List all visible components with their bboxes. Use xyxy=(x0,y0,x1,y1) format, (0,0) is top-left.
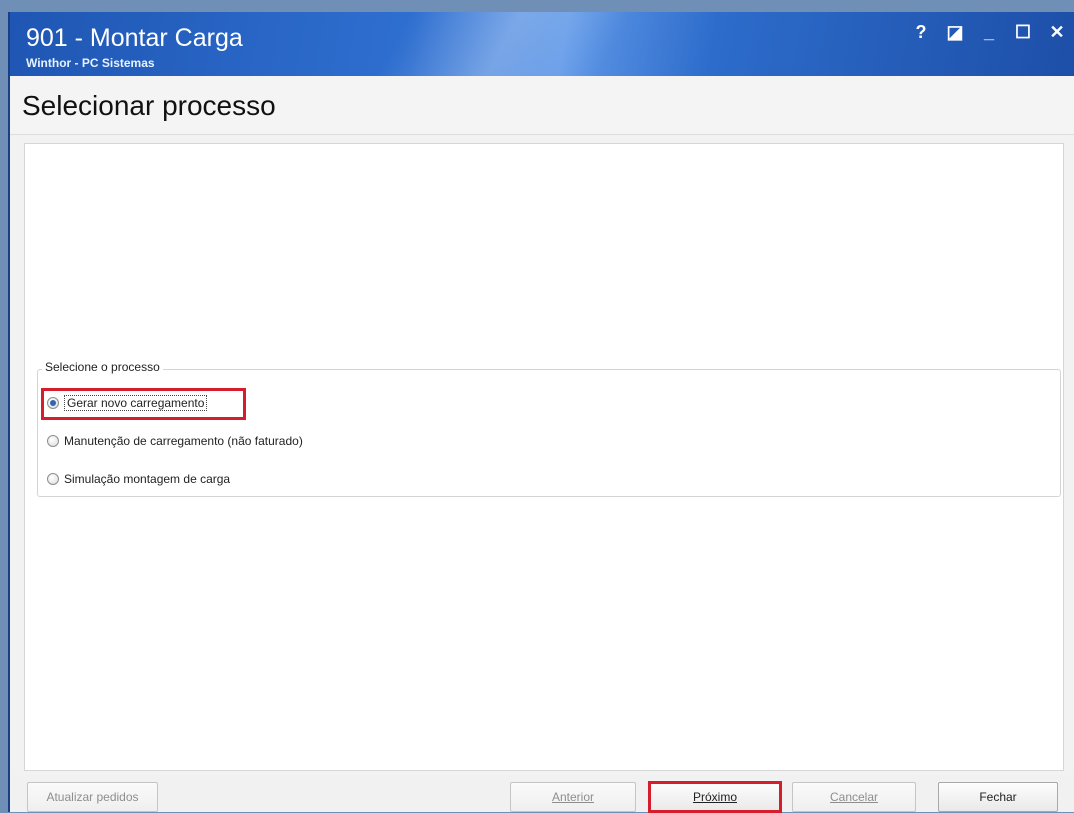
button-label: Cancelar xyxy=(829,790,879,804)
radio-label: Gerar novo carregamento xyxy=(64,395,208,411)
close-icon[interactable]: ✕ xyxy=(1048,22,1066,43)
radio-gerar-novo-carregamento[interactable]: Gerar novo carregamento xyxy=(47,394,208,412)
radio-unselected-icon[interactable] xyxy=(47,435,59,447)
radio-simulacao-montagem[interactable]: Simulação montagem de carga xyxy=(47,470,230,488)
button-label: Atualizar pedidos xyxy=(46,790,139,804)
radio-label: Simulação montagem de carga xyxy=(64,472,231,486)
window-title: 901 - Montar Carga xyxy=(26,24,243,52)
help-icon[interactable]: ? xyxy=(912,22,930,43)
maximize-icon[interactable]: ☐ xyxy=(1014,22,1032,43)
button-label: Anterior xyxy=(551,790,595,804)
fechar-button[interactable]: Fechar xyxy=(938,782,1058,812)
page-header: Selecionar processo xyxy=(10,76,1074,135)
window-subtitle: Winthor - PC Sistemas xyxy=(26,56,155,70)
button-label: Fechar xyxy=(979,790,1017,804)
cancelar-button[interactable]: Cancelar xyxy=(792,782,916,812)
radio-manutencao-carregamento[interactable]: Manutenção de carregamento (não faturado… xyxy=(47,432,303,450)
restore-icon[interactable]: ◪ xyxy=(946,22,964,43)
minimize-icon[interactable]: _ xyxy=(980,22,998,43)
process-group-label: Selecione o processo xyxy=(42,360,163,374)
radio-selected-icon[interactable] xyxy=(47,397,59,409)
atualizar-pedidos-button[interactable]: Atualizar pedidos xyxy=(27,782,158,812)
anterior-button[interactable]: Anterior xyxy=(510,782,636,812)
radio-unselected-icon[interactable] xyxy=(47,473,59,485)
window-controls: ? ◪ _ ☐ ✕ xyxy=(912,22,1066,43)
app-window: 901 - Montar Carga Winthor - PC Sistemas… xyxy=(8,12,1074,813)
proximo-button[interactable]: Próximo xyxy=(650,782,780,812)
content-panel: Selecione o processo Gerar novo carregam… xyxy=(24,143,1064,771)
footer-bar: Atualizar pedidos Anterior Próximo Cance… xyxy=(10,775,1074,813)
title-bar: 901 - Montar Carga Winthor - PC Sistemas… xyxy=(10,12,1074,76)
process-group: Selecione o processo Gerar novo carregam… xyxy=(37,360,1061,497)
radio-label: Manutenção de carregamento (não faturado… xyxy=(64,434,303,448)
button-label: Próximo xyxy=(692,790,737,804)
page-title: Selecionar processo xyxy=(22,90,276,121)
